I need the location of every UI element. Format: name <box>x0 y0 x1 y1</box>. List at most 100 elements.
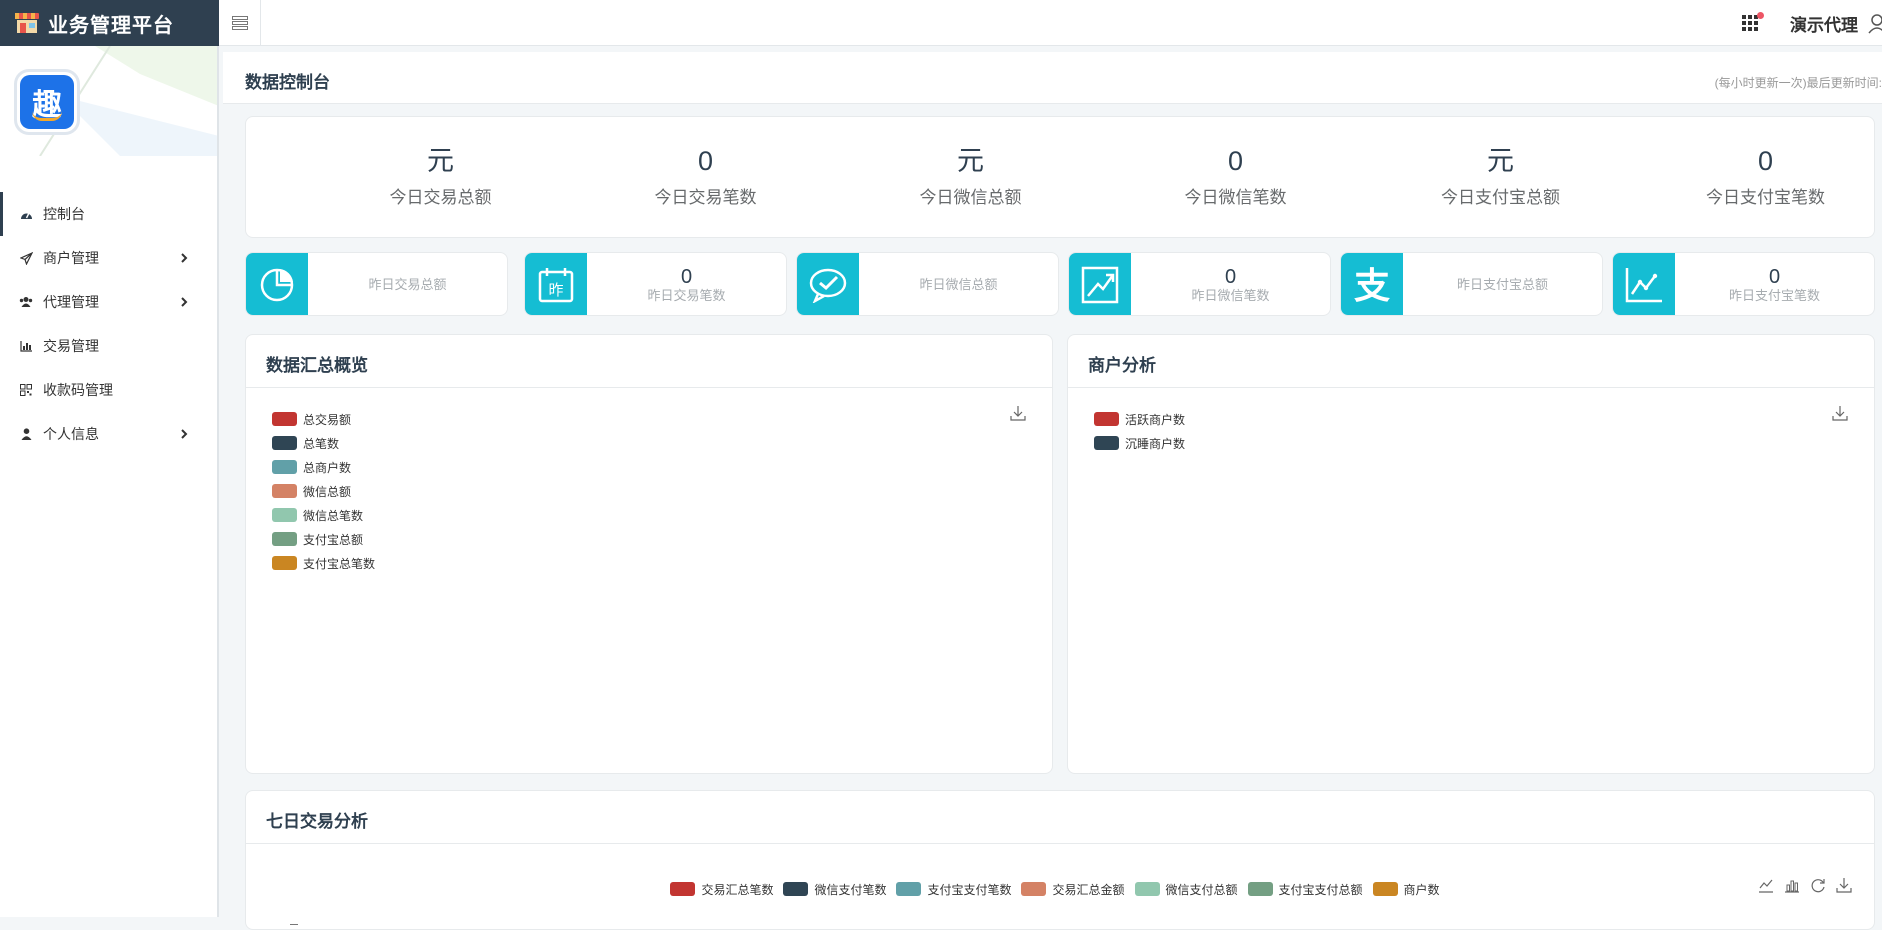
pie-chart-icon <box>246 253 308 315</box>
merchant-analysis-panel: 商户分析 活跃商户数 沉睡商户数 <box>1067 334 1875 774</box>
yesterday-amount-card: 昨日交易总额 <box>245 252 508 316</box>
chevron-right-icon <box>181 253 188 263</box>
summary-overview-panel: 数据汇总概览 总交易额 总笔数 总商户数 微信总额 微信总笔数 支付宝总额 支付… <box>245 334 1053 774</box>
sidebar: 趣 控制台 商户管理 代理管理 交易管理 收款码管理 个人信息 <box>0 46 219 917</box>
yesterday-alipay-count-card: 0 昨日支付宝笔数 <box>1612 252 1875 316</box>
legend-item[interactable]: 总商户数 <box>272 455 375 479</box>
line-chart-icon <box>1613 253 1675 315</box>
legend-item[interactable]: 支付宝支付笔数 <box>896 877 1011 901</box>
sidebar-item-qrcode[interactable]: 收款码管理 <box>0 368 217 412</box>
yesterday-wechat-amount-card: 昨日微信总额 <box>796 252 1059 316</box>
yesterday-label: 昨日微信总额 <box>919 277 998 292</box>
user-icon[interactable] <box>1866 12 1882 34</box>
yesterday-label: 昨日支付宝笔数 <box>1728 288 1820 303</box>
user-icon <box>19 427 33 441</box>
trend-chart-icon <box>1069 253 1131 315</box>
sidebar-item-agent[interactable]: 代理管理 <box>0 280 217 324</box>
today-stats-card: 元 今日交易总额 0 今日交易笔数 元 今日微信总额 0 今日微信笔数 元 今日… <box>245 116 1875 238</box>
yesterday-label: 昨日微信笔数 <box>1191 288 1270 303</box>
yesterday-count-card: 昨 0 昨日交易笔数 <box>524 252 787 316</box>
chart-axis-tick <box>290 924 298 925</box>
chart-toolbox <box>1748 877 1852 898</box>
stat-label: 今日交易笔数 <box>654 188 757 207</box>
stat-value: 元 <box>1487 146 1514 176</box>
svg-text:昨: 昨 <box>548 281 563 299</box>
sidebar-item-label: 收款码管理 <box>43 382 113 398</box>
yesterday-label: 昨日支付宝总额 <box>1456 277 1548 292</box>
wechat-icon <box>797 253 859 315</box>
yesterday-value: 0 <box>1224 266 1237 288</box>
legend-item[interactable]: 商户数 <box>1372 877 1440 901</box>
refresh-icon[interactable] <box>1810 877 1826 898</box>
sidebar-item-profile[interactable]: 个人信息 <box>0 412 217 456</box>
sidebar-item-label: 代理管理 <box>43 294 99 310</box>
stat-label: 今日微信总额 <box>919 188 1022 207</box>
panel-title: 数据汇总概览 <box>266 356 368 375</box>
sidebar-toggle-button[interactable] <box>219 0 261 46</box>
stat-today-alipay-amount: 元 今日支付宝总额 <box>1368 117 1633 239</box>
main-content: 数据控制台 (每小时更新一次)最后更新时间: 元 今日交易总额 0 今日交易笔数… <box>221 46 1882 930</box>
svg-text:支: 支 <box>1354 266 1390 305</box>
bar-chart-icon <box>19 339 33 353</box>
users-icon <box>19 295 33 309</box>
sidebar-item-label: 交易管理 <box>43 338 99 354</box>
legend-item[interactable]: 总笔数 <box>272 431 375 455</box>
download-icon[interactable] <box>1832 405 1848 421</box>
yesterday-value: 0 <box>680 266 693 288</box>
bar-chart-toggle-icon[interactable] <box>1784 877 1800 898</box>
menu-icon <box>231 16 248 30</box>
brand[interactable]: 业务管理平台 <box>0 0 219 46</box>
stat-label: 今日微信笔数 <box>1184 188 1287 207</box>
chevron-right-icon <box>181 297 188 307</box>
logo: 趣 <box>17 72 77 132</box>
apps-grid-icon[interactable] <box>1742 12 1764 34</box>
stat-today-wechat-count: 0 今日微信笔数 <box>1103 117 1368 239</box>
line-chart-toggle-icon[interactable] <box>1758 877 1774 898</box>
legend-item[interactable]: 支付宝总额 <box>272 527 375 551</box>
calendar-icon: 昨 <box>525 253 587 315</box>
sidebar-item-label: 控制台 <box>43 206 85 222</box>
legend-item[interactable]: 沉睡商户数 <box>1094 431 1185 455</box>
legend-item[interactable]: 支付宝支付总额 <box>1247 877 1363 901</box>
page-title: 数据控制台 <box>245 73 330 92</box>
panel-title: 商户分析 <box>1088 356 1156 375</box>
legend-item[interactable]: 交易汇总金额 <box>1021 877 1125 901</box>
legend-item[interactable]: 微信总笔数 <box>272 503 375 527</box>
legend-item[interactable]: 总交易额 <box>272 407 375 431</box>
download-icon[interactable] <box>1010 405 1026 421</box>
stat-today-wechat-amount: 元 今日微信总额 <box>838 117 1103 239</box>
alipay-icon: 支 <box>1341 253 1403 315</box>
panel-title: 七日交易分析 <box>266 812 368 831</box>
legend-item[interactable]: 微信支付笔数 <box>783 877 886 901</box>
legend-item[interactable]: 交易汇总笔数 <box>670 877 773 901</box>
sidebar-item-label: 个人信息 <box>43 426 99 442</box>
stat-value: 0 <box>1227 146 1244 176</box>
username[interactable]: 演示代理 <box>1790 11 1858 36</box>
yesterday-label: 昨日交易笔数 <box>647 288 726 303</box>
sidebar-item-dashboard[interactable]: 控制台 <box>0 192 217 236</box>
stat-today-count: 0 今日交易笔数 <box>573 117 838 239</box>
chart-legend: 总交易额 总笔数 总商户数 微信总额 微信总笔数 支付宝总额 支付宝总笔数 <box>272 407 375 575</box>
notification-dot <box>1757 12 1764 19</box>
yesterday-alipay-amount-card: 支 昨日支付宝总额 <box>1340 252 1603 316</box>
stat-today-amount: 元 今日交易总额 <box>308 117 573 239</box>
legend-item[interactable]: 微信支付总额 <box>1134 877 1238 901</box>
yesterday-value: 0 <box>1768 266 1781 288</box>
download-icon[interactable] <box>1836 877 1852 898</box>
sidebar-item-merchant[interactable]: 商户管理 <box>0 236 217 280</box>
seven-day-analysis-panel: 七日交易分析 交易汇总笔数 微信支付笔数 支付宝支付笔数 交易汇总金额 微信支付… <box>245 790 1875 930</box>
qrcode-icon <box>19 383 33 397</box>
legend-item[interactable]: 微信总额 <box>272 479 375 503</box>
paper-plane-icon <box>19 251 33 265</box>
yesterday-wechat-count-card: 0 昨日微信笔数 <box>1068 252 1331 316</box>
app-title: 业务管理平台 <box>48 14 174 37</box>
chart-legend: 交易汇总笔数 微信支付笔数 支付宝支付笔数 交易汇总金额 微信支付总额 支付宝支… <box>246 877 1874 901</box>
stat-value: 0 <box>697 146 714 176</box>
sidebar-item-transaction[interactable]: 交易管理 <box>0 324 217 368</box>
top-navbar: 业务管理平台 演示代理 <box>0 0 1882 46</box>
legend-item[interactable]: 支付宝总笔数 <box>272 551 375 575</box>
stat-label: 今日支付宝笔数 <box>1706 188 1825 207</box>
legend-item[interactable]: 活跃商户数 <box>1094 407 1185 431</box>
stat-value: 元 <box>957 146 984 176</box>
sidebar-item-label: 商户管理 <box>43 250 99 266</box>
